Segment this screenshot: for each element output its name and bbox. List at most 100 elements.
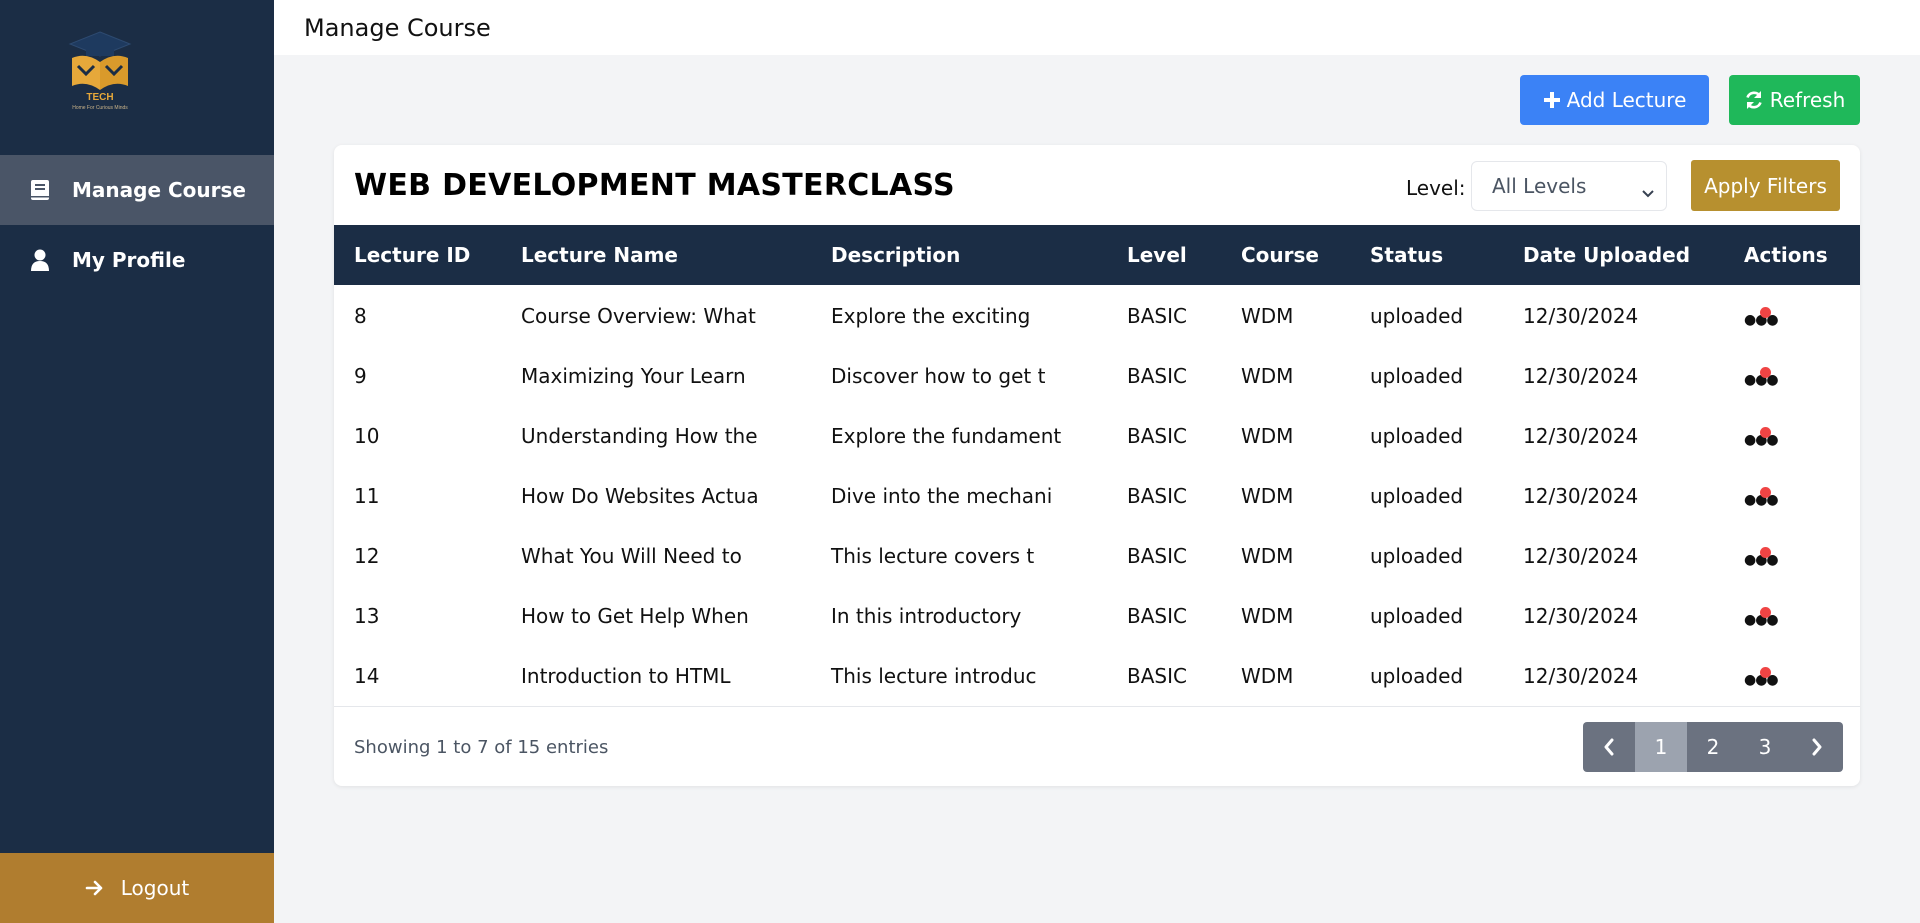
cell-date-uploaded: 12/30/2024	[1523, 424, 1639, 448]
table-row: 8 Course Overview: What Explore the exci…	[334, 285, 1860, 345]
plus-icon	[1543, 91, 1561, 109]
table-header: Lecture ID Lecture Name Description Leve…	[334, 225, 1860, 285]
logo: TECH Home For Curious Minds	[68, 31, 132, 111]
refresh-button[interactable]: Refresh	[1729, 75, 1860, 125]
table-footer: Showing 1 to 7 of 15 entries 1 2 3	[334, 706, 1860, 786]
actions-menu-icon[interactable]: ●●●	[1744, 307, 1779, 327]
sidebar-item-label: Manage Course	[72, 178, 246, 202]
actions-menu-icon[interactable]: ●●●	[1744, 487, 1779, 507]
chevron-left-icon	[1604, 738, 1614, 756]
cell-status: uploaded	[1370, 664, 1464, 688]
sidebar-item-manage-course[interactable]: Manage Course	[0, 155, 274, 225]
level-filter-select[interactable]: All Levels	[1471, 161, 1667, 211]
sidebar: TECH Home For Curious Minds Manage Cours…	[0, 0, 274, 923]
table-row: 9 Maximizing Your Learn Discover how to …	[334, 345, 1860, 405]
actions-menu-icon[interactable]: ●●●	[1744, 367, 1779, 387]
prev-page-button[interactable]	[1583, 722, 1635, 772]
sidebar-item-label: My Profile	[72, 248, 186, 272]
cell-level: BASIC	[1127, 544, 1187, 568]
cell-lecture-name: Understanding How the	[521, 424, 758, 448]
table-row: 14 Introduction to HTML This lecture int…	[334, 645, 1860, 705]
notification-dot	[1760, 427, 1771, 438]
arrow-right-icon	[85, 879, 105, 897]
cell-level: BASIC	[1127, 604, 1187, 628]
cell-date-uploaded: 12/30/2024	[1523, 604, 1639, 628]
actions-menu-icon[interactable]: ●●●	[1744, 427, 1779, 447]
sidebar-nav: Manage Course My Profile	[0, 155, 274, 295]
notification-dot	[1760, 487, 1771, 498]
table-row: 11 How Do Websites Actua Dive into the m…	[334, 465, 1860, 525]
cell-status: uploaded	[1370, 544, 1464, 568]
column-header: Level	[1127, 243, 1187, 267]
pagination: 1 2 3	[1583, 722, 1843, 772]
table-row: 12 What You Will Need to This lecture co…	[334, 525, 1860, 585]
notification-dot	[1760, 607, 1771, 618]
cell-lecture-id: 14	[354, 664, 380, 688]
cell-status: uploaded	[1370, 424, 1464, 448]
cell-lecture-id: 10	[354, 424, 380, 448]
cell-course: WDM	[1241, 424, 1294, 448]
notification-dot	[1760, 667, 1771, 678]
notification-dot	[1760, 367, 1771, 378]
logo-tagline: Home For Curious Minds	[72, 105, 128, 111]
course-title: WEB DEVELOPMENT MASTERCLASS	[354, 168, 955, 203]
cell-status: uploaded	[1370, 364, 1464, 388]
page-button-3[interactable]: 3	[1739, 722, 1791, 772]
sidebar-item-my-profile[interactable]: My Profile	[0, 225, 274, 295]
course-card: WEB DEVELOPMENT MASTERCLASS Level: All L…	[334, 145, 1860, 786]
column-header: Actions	[1744, 243, 1828, 267]
cell-course: WDM	[1241, 364, 1294, 388]
user-icon	[30, 249, 50, 271]
apply-filters-button[interactable]: Apply Filters	[1691, 160, 1840, 211]
chevron-right-icon	[1812, 738, 1822, 756]
column-header: Date Uploaded	[1523, 243, 1691, 267]
entries-summary: Showing 1 to 7 of 15 entries	[354, 737, 609, 758]
cell-description: Discover how to get t	[831, 364, 1046, 388]
cell-level: BASIC	[1127, 484, 1187, 508]
next-page-button[interactable]	[1791, 722, 1843, 772]
column-header: Status	[1370, 243, 1444, 267]
add-lecture-button[interactable]: Add Lecture	[1520, 75, 1709, 125]
cell-lecture-name: How Do Websites Actua	[521, 484, 759, 508]
actions-menu-icon[interactable]: ●●●	[1744, 547, 1779, 567]
cell-level: BASIC	[1127, 424, 1187, 448]
book-icon	[30, 179, 50, 201]
cell-date-uploaded: 12/30/2024	[1523, 544, 1639, 568]
top-bar: Manage Course	[274, 0, 1920, 55]
notification-dot	[1760, 307, 1771, 318]
logout-label: Logout	[120, 876, 190, 900]
page-button-1[interactable]: 1	[1635, 722, 1687, 772]
table-row: 10 Understanding How the Explore the fun…	[334, 405, 1860, 465]
cell-description: Dive into the mechani	[831, 484, 1053, 508]
actions-menu-icon[interactable]: ●●●	[1744, 667, 1779, 687]
column-header: Lecture Name	[521, 243, 678, 267]
cell-course: WDM	[1241, 304, 1294, 328]
cell-status: uploaded	[1370, 304, 1464, 328]
cell-course: WDM	[1241, 484, 1294, 508]
cell-lecture-id: 12	[354, 544, 380, 568]
column-header: Description	[831, 243, 961, 267]
cell-description: In this introductory	[831, 604, 1022, 628]
chevron-down-icon	[1642, 180, 1654, 204]
cell-date-uploaded: 12/30/2024	[1523, 364, 1639, 388]
page-button-2[interactable]: 2	[1687, 722, 1739, 772]
column-header: Course	[1241, 243, 1319, 267]
cell-lecture-name: Introduction to HTML	[521, 664, 731, 688]
cell-status: uploaded	[1370, 604, 1464, 628]
cell-lecture-name: What You Will Need to	[521, 544, 742, 568]
logout-button[interactable]: Logout	[0, 853, 274, 923]
cell-course: WDM	[1241, 604, 1294, 628]
notification-dot	[1760, 547, 1771, 558]
cell-lecture-id: 8	[354, 304, 367, 328]
cell-level: BASIC	[1127, 304, 1187, 328]
cell-level: BASIC	[1127, 364, 1187, 388]
level-selected-value: All Levels	[1492, 174, 1587, 198]
cell-description: Explore the fundament	[831, 424, 1062, 448]
cell-date-uploaded: 12/30/2024	[1523, 484, 1639, 508]
cell-description: This lecture introduc	[831, 664, 1037, 688]
add-lecture-label: Add Lecture	[1566, 88, 1687, 112]
cell-description: Explore the exciting	[831, 304, 1031, 328]
cell-description: This lecture covers t	[831, 544, 1035, 568]
cell-date-uploaded: 12/30/2024	[1523, 304, 1639, 328]
actions-menu-icon[interactable]: ●●●	[1744, 607, 1779, 627]
